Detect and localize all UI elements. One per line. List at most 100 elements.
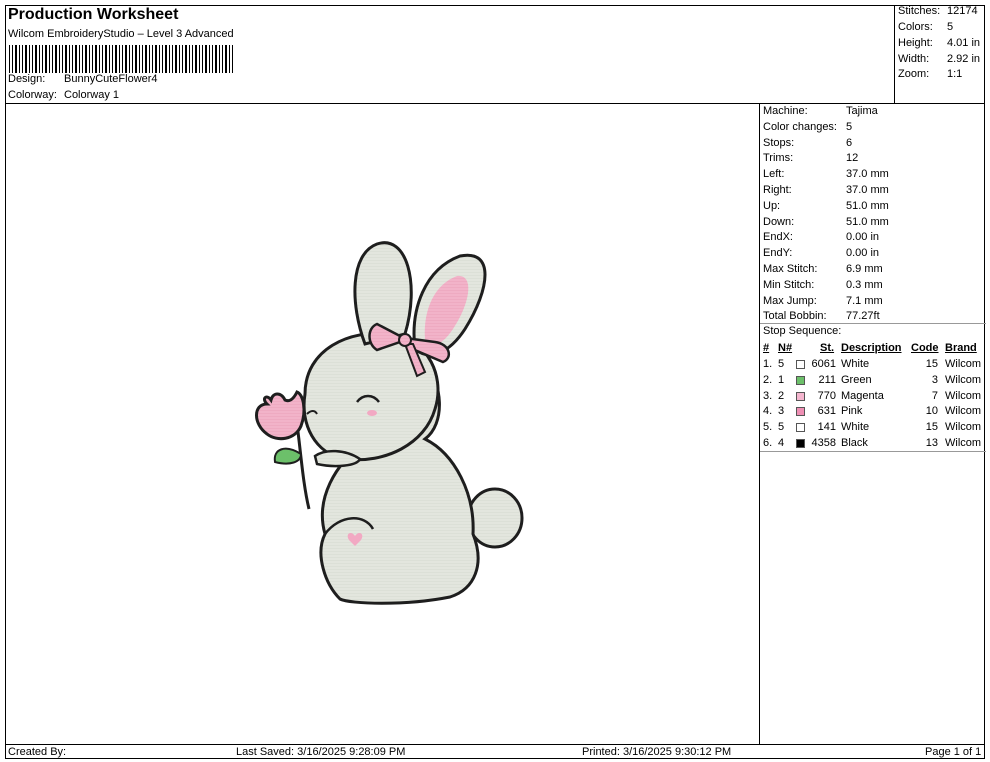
- stop-row-brand: Wilcom: [945, 373, 982, 386]
- width-value: 2.92 in: [947, 53, 981, 65]
- flower-stem: [295, 423, 311, 510]
- barcode-bar: [185, 45, 187, 73]
- table-bottom-divider: [760, 451, 986, 452]
- info-value: 51.0 mm: [846, 199, 889, 212]
- stop-row-code: 15: [925, 421, 938, 434]
- barcode-bar: [22, 45, 23, 73]
- info-label: Trims:: [763, 152, 794, 165]
- info-value: Tajima: [846, 105, 878, 117]
- barcode-bar: [55, 45, 57, 73]
- flower-leaf: [273, 447, 303, 465]
- barcode-bar: [135, 45, 137, 73]
- info-label: Right:: [763, 184, 792, 196]
- last-saved: Last Saved: 3/16/2025 9:28:09 PM: [236, 746, 406, 758]
- stop-row-num: 6.: [763, 437, 773, 449]
- barcode-bar: [175, 45, 177, 73]
- barcode-bar: [49, 45, 50, 73]
- colors-label: Colors:: [898, 21, 933, 33]
- barcode-bar: [19, 45, 20, 73]
- created-by: Created By:: [8, 746, 67, 758]
- color-swatch: [796, 407, 805, 417]
- stop-row-description: Magenta: [841, 389, 884, 402]
- stop-row-n: 4: [778, 437, 785, 449]
- info-value: 37.0 mm: [846, 184, 889, 196]
- barcode-bar: [149, 45, 150, 73]
- page-number: Page 1 of 1: [925, 746, 982, 758]
- barcode-bar: [209, 45, 210, 73]
- barcode-bar: [32, 45, 33, 73]
- stitches-value: 12174: [947, 5, 978, 17]
- info-value: 6: [846, 136, 853, 149]
- barcode-bar: [219, 45, 220, 73]
- col-header-description: Description: [841, 342, 902, 354]
- worksheet-header: Production Worksheet Wilcom EmbroiderySt…: [5, 5, 985, 104]
- barcode-bar: [195, 45, 197, 73]
- barcode-bar: [89, 45, 90, 73]
- info-label: Machine:: [763, 105, 808, 117]
- info-value: 12: [846, 152, 859, 165]
- info-value: 37.0 mm: [846, 168, 889, 181]
- stop-row-n: 3: [778, 405, 785, 418]
- barcode-bar: [115, 45, 117, 73]
- barcode-bar: [222, 45, 223, 73]
- barcode-bar: [62, 45, 63, 73]
- bow-knot: [398, 333, 412, 347]
- color-swatch: [796, 360, 805, 369]
- barcode-bar: [202, 45, 203, 73]
- stop-row-num: 2.: [763, 373, 773, 386]
- barcode-bar: [232, 45, 233, 73]
- barcode-bar: [35, 45, 37, 73]
- stop-row-num: 1.: [763, 358, 773, 370]
- barcode-bar: [182, 45, 183, 73]
- colorway-value: Colorway 1: [64, 89, 120, 101]
- info-value: 5: [846, 120, 853, 133]
- info-label: Stops:: [763, 136, 795, 149]
- info-label: Max Stitch:: [763, 263, 818, 275]
- barcode-bar: [102, 45, 103, 73]
- stop-row-brand: Wilcom: [945, 421, 982, 434]
- barcode-bar: [45, 45, 47, 73]
- barcode-bar: [162, 45, 163, 73]
- width-label: Width:: [898, 53, 930, 65]
- barcode-bar: [145, 45, 147, 73]
- barcode-bar: [215, 45, 217, 73]
- barcode-bar: [69, 45, 70, 73]
- info-value: 0.00 in: [846, 231, 880, 244]
- barcode-bar: [169, 45, 170, 73]
- col-header-n: N#: [778, 342, 793, 354]
- barcode-bar: [92, 45, 93, 73]
- color-swatch: [796, 439, 805, 448]
- barcode-bar: [75, 45, 77, 73]
- barcode-bar: [155, 45, 157, 73]
- barcode-bar: [132, 45, 133, 73]
- color-swatch: [796, 423, 805, 433]
- barcode-bar: [152, 45, 153, 73]
- stop-row-description: White: [841, 358, 870, 370]
- color-swatch: [796, 375, 805, 385]
- barcode-bar: [125, 45, 127, 73]
- barcode-bar: [52, 45, 53, 73]
- barcode-bar: [205, 45, 207, 73]
- stats-box: Stitches: 12174 Colors: 5 Height: 4.01 i…: [894, 5, 985, 104]
- barcode-bar: [165, 45, 167, 73]
- barcode-bar: [9, 45, 10, 73]
- stop-row-num: 4.: [763, 405, 773, 418]
- info-label: Down:: [763, 215, 795, 228]
- barcode-bar: [95, 45, 97, 73]
- info-label: Up:: [763, 199, 781, 212]
- stop-row-brand: Wilcom: [945, 389, 982, 402]
- stop-row-n: 5: [778, 421, 785, 434]
- stop-row-num: 3.: [763, 389, 773, 402]
- stop-row-n: 5: [778, 358, 785, 370]
- barcode-bar: [159, 45, 160, 73]
- info-label: Left:: [763, 168, 785, 181]
- barcode-bar: [172, 45, 173, 73]
- worksheet-footer: Created By: Last Saved: 3/16/2025 9:28:0…: [5, 744, 985, 759]
- stop-row-code: 7: [931, 389, 938, 402]
- info-value: 51.0 mm: [846, 215, 889, 228]
- barcode-bar: [142, 45, 143, 73]
- stop-row-description: Black: [841, 437, 868, 449]
- stop-row-brand: Wilcom: [945, 358, 982, 370]
- col-header-st: St.: [820, 342, 835, 354]
- colorway-label: Colorway:: [8, 89, 57, 101]
